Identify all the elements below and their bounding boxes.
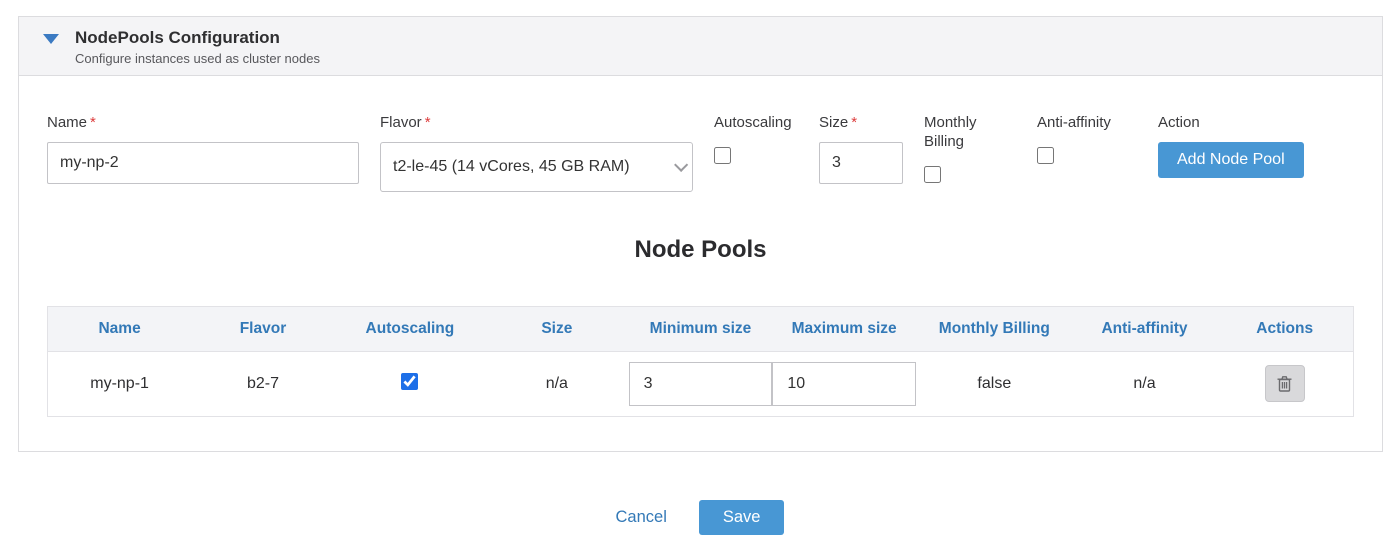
size-field-group: Size* — [819, 114, 903, 184]
anti-affinity-checkbox[interactable] — [1037, 147, 1054, 164]
name-label: Name* — [47, 114, 359, 133]
row-max-size-input[interactable] — [772, 362, 916, 406]
add-node-pool-button[interactable]: Add Node Pool — [1158, 142, 1304, 178]
flavor-label-text: Flavor — [380, 114, 422, 131]
cancel-button[interactable]: Cancel — [616, 508, 667, 527]
panel-header: NodePools Configuration Configure instan… — [19, 17, 1382, 76]
monthly-billing-label: Monthly Billing — [924, 114, 1016, 152]
col-header-size: Size — [485, 306, 629, 351]
col-header-name: Name — [48, 306, 192, 351]
col-header-actions: Actions — [1216, 306, 1353, 351]
action-label: Action — [1158, 114, 1354, 133]
name-label-text: Name — [47, 114, 87, 131]
panel-title: NodePools Configuration — [75, 28, 320, 48]
name-input[interactable] — [47, 142, 359, 184]
row-name-cell: my-np-1 — [48, 351, 192, 416]
nodepool-form: Name* Flavor* t2-le-45 (14 vCores, 45 GB… — [47, 114, 1354, 192]
col-header-flavor: Flavor — [191, 306, 335, 351]
nodepools-panel: NodePools Configuration Configure instan… — [18, 16, 1383, 452]
panel-body: Name* Flavor* t2-le-45 (14 vCores, 45 GB… — [19, 76, 1382, 451]
row-actions-cell — [1216, 351, 1353, 416]
col-header-autoscaling: Autoscaling — [335, 306, 485, 351]
col-header-minimum-size: Minimum size — [629, 306, 773, 351]
flavor-required-asterisk: * — [425, 114, 431, 131]
size-input[interactable] — [819, 142, 903, 184]
node-pools-heading: Node Pools — [47, 236, 1354, 264]
collapse-triangle-icon[interactable] — [43, 34, 59, 44]
flavor-field-group: Flavor* t2-le-45 (14 vCores, 45 GB RAM) — [380, 114, 693, 192]
size-required-asterisk: * — [851, 114, 857, 131]
size-label-text: Size — [819, 114, 848, 131]
chevron-down-icon — [674, 158, 688, 172]
action-field-group: Action Add Node Pool — [1158, 114, 1354, 178]
monthly-billing-field-group: Monthly Billing — [924, 114, 1016, 183]
footer-actions: Cancel Save — [0, 500, 1400, 535]
flavor-selected-value: t2-le-45 (14 vCores, 45 GB RAM) — [393, 158, 630, 176]
col-header-monthly-billing: Monthly Billing — [916, 306, 1073, 351]
row-min-size-input[interactable] — [629, 362, 773, 406]
autoscaling-label: Autoscaling — [714, 114, 798, 133]
autoscaling-field-group: Autoscaling — [714, 114, 798, 164]
col-header-anti-affinity: Anti-affinity — [1073, 306, 1217, 351]
name-required-asterisk: * — [90, 114, 96, 131]
flavor-label: Flavor* — [380, 114, 693, 133]
save-button[interactable]: Save — [699, 500, 785, 535]
trash-icon — [1276, 375, 1293, 393]
row-autoscaling-checkbox[interactable] — [401, 373, 418, 390]
row-max-size-cell — [772, 351, 916, 416]
panel-subtitle: Configure instances used as cluster node… — [75, 51, 320, 66]
row-flavor-cell: b2-7 — [191, 351, 335, 416]
row-anti-affinity-cell: n/a — [1073, 351, 1217, 416]
monthly-billing-checkbox[interactable] — [924, 166, 941, 183]
flavor-select[interactable]: t2-le-45 (14 vCores, 45 GB RAM) — [380, 142, 693, 192]
row-size-cell: n/a — [485, 351, 629, 416]
row-monthly-billing-cell: false — [916, 351, 1073, 416]
panel-header-text: NodePools Configuration Configure instan… — [75, 28, 320, 66]
delete-row-button[interactable] — [1265, 365, 1305, 402]
autoscaling-checkbox[interactable] — [714, 147, 731, 164]
row-min-size-cell — [629, 351, 773, 416]
row-autoscaling-cell — [335, 351, 485, 416]
col-header-maximum-size: Maximum size — [772, 306, 916, 351]
node-pools-table: Name Flavor Autoscaling Size Minimum siz… — [47, 306, 1354, 417]
size-label: Size* — [819, 114, 903, 133]
table-header-row: Name Flavor Autoscaling Size Minimum siz… — [48, 306, 1354, 351]
name-field-group: Name* — [47, 114, 359, 184]
anti-affinity-field-group: Anti-affinity — [1037, 114, 1137, 164]
table-row: my-np-1 b2-7 n/a false n/a — [48, 351, 1354, 416]
anti-affinity-label: Anti-affinity — [1037, 114, 1137, 133]
